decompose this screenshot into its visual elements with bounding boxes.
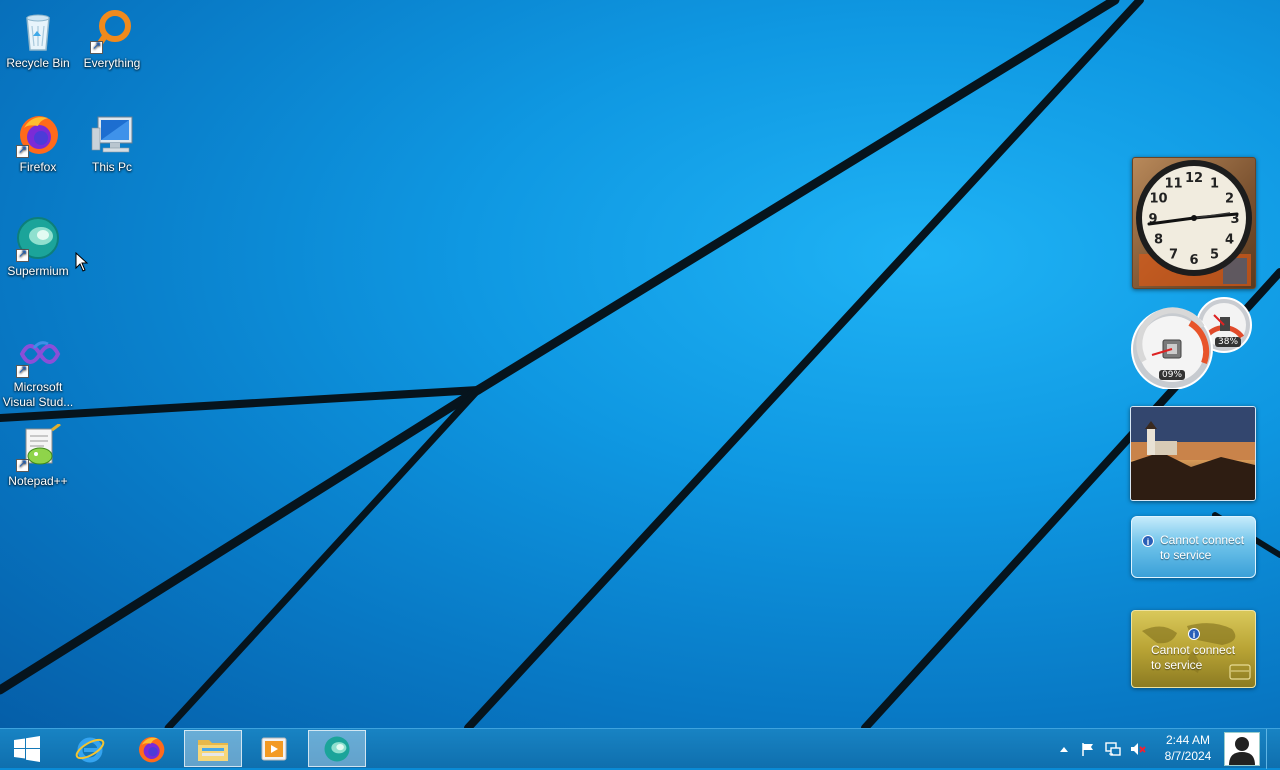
desktop[interactable]: Recycle Bin Everything Firefox xyxy=(0,0,1280,728)
clock-hour-number: 2 xyxy=(1225,192,1234,207)
taskbar-firefox[interactable] xyxy=(122,730,180,767)
desktop-icon-visual-studio[interactable]: Microsoft Visual Stud... xyxy=(0,330,76,410)
visual-studio-icon xyxy=(14,330,62,378)
weather-error-line2: to service xyxy=(1160,548,1212,562)
clock-hour-number: 6 xyxy=(1189,253,1198,268)
clock-hour-number: 4 xyxy=(1225,233,1234,248)
taskbar-internet-explorer[interactable] xyxy=(61,730,119,767)
desktop-icon-notepad-plus-plus[interactable]: Notepad++ xyxy=(0,422,76,489)
start-button[interactable] xyxy=(0,730,54,767)
desktop-icon-label: This Pc xyxy=(91,160,132,174)
network-icon xyxy=(1105,742,1121,756)
everything-search-icon xyxy=(88,6,136,54)
slideshow-photo xyxy=(1131,407,1255,500)
shortcut-arrow-icon xyxy=(90,39,103,54)
windows-logo-icon xyxy=(14,735,40,762)
media-player-icon xyxy=(261,737,287,760)
shortcut-arrow-icon xyxy=(16,363,29,378)
recycle-bin-icon xyxy=(14,6,62,54)
currency-gadget[interactable]: i Cannot connect to service xyxy=(1131,610,1256,688)
shortcut-arrow-icon xyxy=(16,457,29,472)
firefox-icon xyxy=(139,736,165,762)
desktop-icon-label: Firefox xyxy=(19,160,57,174)
info-icon: i xyxy=(1142,535,1154,547)
desktop-icon-label: Notepad++ xyxy=(8,474,68,488)
taskbar-clock[interactable]: 2:44 AM 8/7/2024 xyxy=(1154,732,1222,764)
cpu-usage-readout: 09% xyxy=(1159,370,1186,380)
network-tray[interactable] xyxy=(1102,729,1124,769)
mouse-cursor-icon xyxy=(75,252,89,272)
folder-icon xyxy=(198,739,228,761)
volume-tray[interactable] xyxy=(1127,729,1149,769)
clock-hour-number: 10 xyxy=(1149,192,1167,207)
currency-error-line1: Cannot connect xyxy=(1151,643,1236,657)
flag-icon xyxy=(1082,743,1093,756)
slideshow-gadget[interactable] xyxy=(1130,406,1256,501)
wallpaper-lines xyxy=(0,0,1280,728)
clock-date: 8/7/2024 xyxy=(1164,749,1212,763)
user-avatar-icon xyxy=(1225,733,1259,765)
volume-muted-icon xyxy=(1131,743,1146,755)
analog-clock: 12 1234567891011 xyxy=(1136,160,1252,286)
show-desktop-button[interactable] xyxy=(1266,729,1280,769)
desktop-icon-firefox[interactable]: Firefox xyxy=(0,110,76,175)
info-icon: i xyxy=(1188,628,1200,640)
desktop-icon-everything[interactable]: Everything xyxy=(74,6,150,71)
desktop-icon-label: Recycle Bin xyxy=(6,56,70,70)
firefox-icon xyxy=(14,110,62,158)
internet-explorer-icon xyxy=(75,737,105,762)
supermium-icon xyxy=(324,736,350,761)
desktop-icon-label: Supermium xyxy=(7,264,69,278)
supermium-icon xyxy=(14,214,62,262)
clock-hour-number: 8 xyxy=(1154,233,1163,248)
clock-gadget[interactable]: 12 1 2 3 4 5 6 7 8 9 10 11 xyxy=(1132,157,1256,289)
notepad-plus-plus-icon xyxy=(14,422,62,472)
shortcut-arrow-icon xyxy=(16,247,29,262)
cpu-meter-gadget[interactable]: 09% 38% xyxy=(1130,297,1256,389)
taskbar-file-explorer[interactable] xyxy=(184,730,242,767)
desktop-icon-supermium[interactable]: Supermium xyxy=(0,214,76,279)
clock-hour-number: 5 xyxy=(1210,248,1219,263)
weather-gadget[interactable]: i Cannot connect to service xyxy=(1131,516,1256,578)
desktop-icon-this-pc[interactable]: This Pc xyxy=(74,110,150,175)
shortcut-arrow-icon xyxy=(16,143,29,158)
action-center-tray[interactable] xyxy=(1078,729,1098,769)
clock-hour-number: 11 xyxy=(1164,177,1182,192)
memory-usage-readout: 38% xyxy=(1215,337,1242,347)
desktop-icon-recycle-bin[interactable]: Recycle Bin xyxy=(0,6,76,71)
show-hidden-icons-button[interactable] xyxy=(1056,729,1072,769)
weather-error-line1: Cannot connect xyxy=(1160,533,1245,547)
currency-error-line2: to service xyxy=(1151,658,1203,672)
this-pc-icon xyxy=(88,110,136,158)
taskbar: 2:44 AM 8/7/2024 xyxy=(0,728,1280,769)
chevron-up-icon xyxy=(1060,747,1068,752)
taskbar-media-player[interactable] xyxy=(245,730,303,767)
taskbar-supermium[interactable] xyxy=(308,730,366,767)
clock-hour-number: 7 xyxy=(1169,248,1178,263)
clock-hour-number: 12 xyxy=(1185,171,1203,186)
clock-hour-number: 1 xyxy=(1210,177,1219,192)
user-account-button[interactable] xyxy=(1224,732,1260,766)
desktop-icon-label: Everything xyxy=(83,56,141,70)
clock-time: 2:44 AM xyxy=(1165,733,1211,747)
desktop-icon-label: Microsoft Visual Stud... xyxy=(2,380,74,409)
